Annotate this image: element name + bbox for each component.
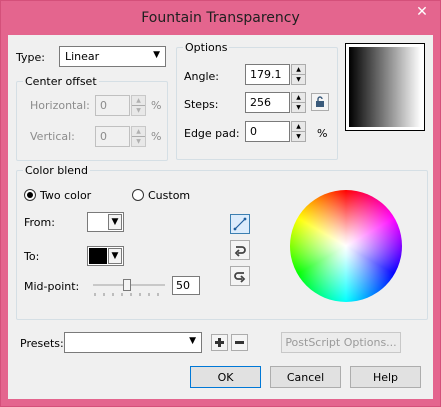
color-blend-legend: Color blend xyxy=(25,164,88,177)
spin-up-icon: ▲ xyxy=(292,93,305,103)
from-label: From: xyxy=(24,216,55,229)
minus-icon xyxy=(235,341,244,344)
clockwise-blend-button[interactable] xyxy=(230,240,250,260)
postscript-options-button[interactable]: PostScript Options... xyxy=(281,332,401,353)
slider-thumb[interactable] xyxy=(123,279,131,291)
lock-icon xyxy=(316,96,324,107)
from-color-swatch xyxy=(89,214,107,230)
counterclockwise-arrow-icon xyxy=(234,272,246,283)
vertical-label: Vertical: xyxy=(30,130,75,143)
gradient-preview-fill xyxy=(349,47,421,127)
chevron-down-icon: ▼ xyxy=(108,248,122,264)
chevron-down-icon: ▼ xyxy=(189,336,196,346)
dialog-client-area: Type: Linear ▼ Center offset Horizontal:… xyxy=(8,35,433,399)
spin-down-icon: ▼ xyxy=(296,132,301,140)
edge-pad-label: Edge pad: xyxy=(184,127,240,140)
two-color-radio[interactable] xyxy=(24,189,36,201)
custom-label: Custom xyxy=(148,189,191,202)
type-label: Type: xyxy=(16,51,45,64)
plus-icon xyxy=(215,338,224,347)
to-label: To: xyxy=(24,250,40,263)
add-preset-button[interactable] xyxy=(211,334,228,351)
center-offset-legend: Center offset xyxy=(25,75,97,88)
spin-down-icon: ▼ xyxy=(136,137,141,145)
angle-input[interactable]: 179.1 xyxy=(245,64,290,85)
vertical-offset-spinner[interactable]: ▲ ▼ xyxy=(131,126,146,147)
mid-point-label: Mid-point: xyxy=(24,280,80,293)
remove-preset-button[interactable] xyxy=(231,334,248,351)
spin-down-icon: ▼ xyxy=(296,75,301,83)
from-color-picker[interactable]: ▼ xyxy=(87,212,124,232)
spin-up-icon: ▲ xyxy=(132,96,145,106)
spin-down-icon: ▼ xyxy=(296,103,301,111)
spin-down-icon: ▼ xyxy=(136,106,141,114)
vertical-offset-input[interactable]: 0 xyxy=(95,126,130,147)
type-select-value: Linear xyxy=(65,50,100,63)
chevron-down-icon: ▼ xyxy=(108,214,122,230)
steps-lock-button[interactable] xyxy=(311,93,329,111)
angle-label: Angle: xyxy=(184,70,220,83)
direct-blend-button[interactable] xyxy=(230,214,250,234)
to-color-picker[interactable]: ▼ xyxy=(87,246,124,266)
horizontal-offset-input[interactable]: 0 xyxy=(95,95,130,116)
mid-point-input[interactable]: 50 xyxy=(172,276,200,295)
cancel-button[interactable]: Cancel xyxy=(270,366,341,388)
edge-pad-input[interactable]: 0 xyxy=(245,121,290,142)
presets-select[interactable]: ▼ xyxy=(64,332,202,353)
horizontal-label: Horizontal: xyxy=(30,99,90,112)
title-bar[interactable]: Fountain Transparency ✕ xyxy=(1,1,440,35)
color-wheel[interactable] xyxy=(290,190,402,302)
window-title: Fountain Transparency xyxy=(141,10,300,26)
steps-input[interactable]: 256 xyxy=(245,92,290,113)
to-color-swatch xyxy=(89,248,107,264)
horizontal-offset-spinner[interactable]: ▲ ▼ xyxy=(131,95,146,116)
gradient-preview xyxy=(345,43,425,131)
spin-up-icon: ▲ xyxy=(132,127,145,137)
options-legend: Options xyxy=(185,41,228,54)
type-select[interactable]: Linear ▼ xyxy=(59,46,166,67)
custom-radio[interactable] xyxy=(132,189,144,201)
counterclockwise-blend-button[interactable] xyxy=(230,266,250,286)
ok-button[interactable]: OK xyxy=(190,366,261,388)
help-button[interactable]: Help xyxy=(350,366,421,388)
chevron-down-icon: ▼ xyxy=(153,50,160,60)
vertical-unit: % xyxy=(151,130,162,143)
clockwise-arrow-icon xyxy=(234,246,246,257)
close-button[interactable]: ✕ xyxy=(408,2,436,22)
steps-label: Steps: xyxy=(184,98,219,111)
edge-pad-spinner[interactable]: ▲ ▼ xyxy=(291,121,306,142)
two-color-label: Two color xyxy=(40,189,92,202)
mid-point-slider[interactable] xyxy=(93,279,165,297)
edge-pad-unit: % xyxy=(317,127,328,140)
close-icon: ✕ xyxy=(416,4,428,20)
center-offset-group: Center offset xyxy=(16,75,168,161)
angle-spinner[interactable]: ▲ ▼ xyxy=(291,64,306,85)
steps-spinner[interactable]: ▲ ▼ xyxy=(291,92,306,113)
presets-label: Presets: xyxy=(20,337,64,350)
dialog-window: Fountain Transparency ✕ Type: Linear ▼ C… xyxy=(0,0,441,407)
spin-up-icon: ▲ xyxy=(292,122,305,132)
direct-path-icon xyxy=(233,217,247,231)
spin-up-icon: ▲ xyxy=(292,65,305,75)
slider-ticks xyxy=(94,293,159,296)
horizontal-unit: % xyxy=(151,99,162,112)
